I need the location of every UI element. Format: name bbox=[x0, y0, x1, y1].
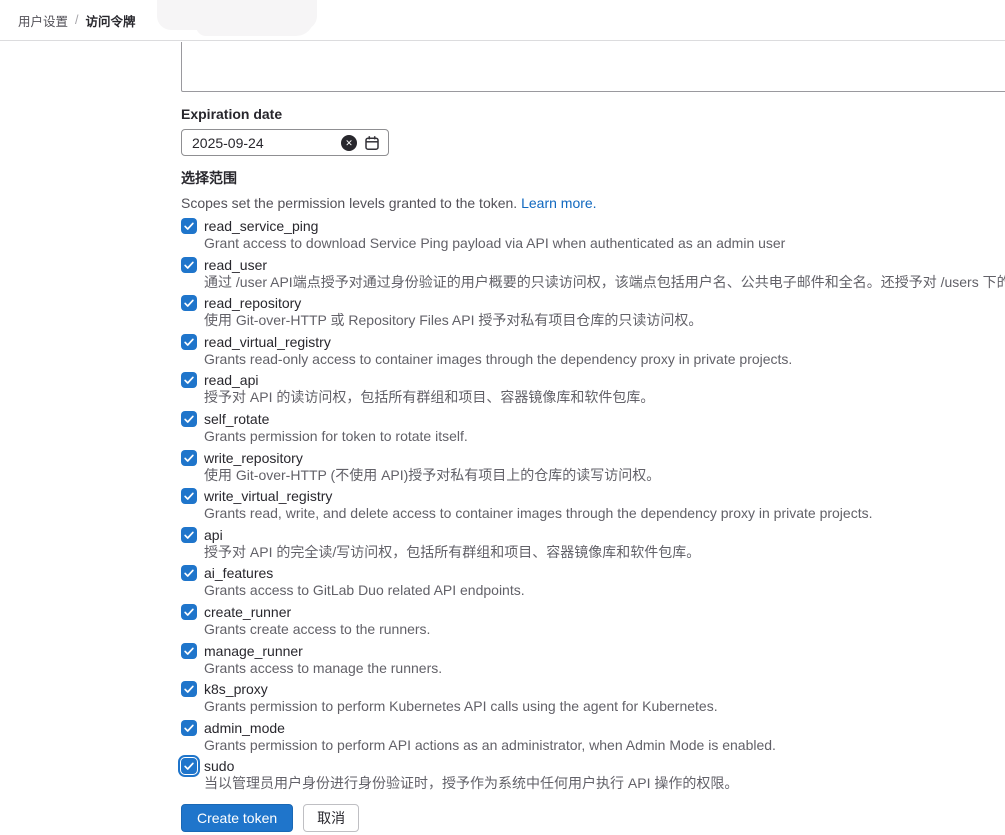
scope-name[interactable]: write_repository bbox=[204, 449, 303, 467]
scope-row: manage_runner Grants access to manage th… bbox=[181, 642, 1005, 678]
redacted-area bbox=[196, 0, 314, 36]
scope-description: 授予对 API 的完全读/写访问权，包括所有群组和项目、容器镜像库和软件包库。 bbox=[204, 544, 1005, 562]
scope-row: k8s_proxy Grants permission to perform K… bbox=[181, 680, 1005, 716]
checkmark-icon bbox=[183, 297, 195, 309]
expiration-date-input[interactable]: 2025-09-24 ✕ bbox=[181, 129, 389, 156]
breadcrumb-separator: / bbox=[75, 13, 78, 27]
scope-name[interactable]: create_runner bbox=[204, 603, 291, 621]
scope-name[interactable]: sudo bbox=[204, 757, 234, 775]
scopes-title: 选择范围 bbox=[181, 168, 1005, 188]
checkmark-icon bbox=[183, 336, 195, 348]
cancel-button[interactable]: 取消 bbox=[303, 804, 359, 832]
scopes-hint-text: Scopes set the permission levels granted… bbox=[181, 195, 521, 211]
scope-checkbox[interactable] bbox=[181, 720, 197, 736]
scopes-section: 选择范围 Scopes set the permission levels gr… bbox=[181, 168, 1005, 796]
breadcrumb-access-tokens: 访问令牌 bbox=[86, 11, 136, 30]
checkmark-icon bbox=[183, 567, 195, 579]
scope-checkbox[interactable] bbox=[181, 372, 197, 388]
scope-row: write_virtual_registry Grants read, writ… bbox=[181, 487, 1005, 523]
scope-checkbox[interactable] bbox=[181, 218, 197, 234]
scope-description: 使用 Git-over-HTTP 或 Repository Files API … bbox=[204, 312, 1005, 330]
scopes-hint: Scopes set the permission levels granted… bbox=[181, 194, 1005, 212]
breadcrumb-bar: 用户设置 / 访问令牌 bbox=[0, 0, 1005, 41]
scope-checkbox[interactable] bbox=[181, 758, 197, 774]
scope-description: Grants permission to perform Kubernetes … bbox=[204, 698, 1005, 716]
scopes-list: read_service_ping Grant access to downlo… bbox=[181, 217, 1005, 793]
scope-row: read_service_ping Grant access to downlo… bbox=[181, 217, 1005, 253]
expiration-date-label: Expiration date bbox=[181, 106, 282, 122]
checkmark-icon bbox=[183, 220, 195, 232]
scope-description: Grants read, write, and delete access to… bbox=[204, 505, 1005, 523]
learn-more-link[interactable]: Learn more. bbox=[521, 195, 596, 211]
scope-row: create_runner Grants create access to th… bbox=[181, 603, 1005, 639]
scope-row: read_repository 使用 Git-over-HTTP 或 Repos… bbox=[181, 294, 1005, 330]
breadcrumb-user-settings[interactable]: 用户设置 bbox=[18, 11, 68, 30]
scope-description: Grants create access to the runners. bbox=[204, 621, 1005, 639]
scope-checkbox[interactable] bbox=[181, 604, 197, 620]
token-description-textarea[interactable] bbox=[181, 42, 1005, 92]
scope-row: read_virtual_registry Grants read-only a… bbox=[181, 333, 1005, 369]
scope-description: Grant access to download Service Ping pa… bbox=[204, 235, 1005, 253]
scope-description: 通过 /user API端点授予对通过身份验证的用户概要的只读访问权，该端点包括… bbox=[204, 274, 1005, 292]
scope-name[interactable]: read_repository bbox=[204, 294, 301, 312]
scope-name[interactable]: ai_features bbox=[204, 564, 273, 582]
checkmark-icon bbox=[183, 722, 195, 734]
checkmark-icon bbox=[183, 606, 195, 618]
form-actions: Create token 取消 bbox=[181, 804, 359, 832]
scope-row: admin_mode Grants permission to perform … bbox=[181, 719, 1005, 755]
checkmark-icon bbox=[183, 452, 195, 464]
scope-row: write_repository 使用 Git-over-HTTP (不使用 A… bbox=[181, 449, 1005, 485]
scope-description: Grants read-only access to container ima… bbox=[204, 351, 1005, 369]
clear-date-icon[interactable]: ✕ bbox=[341, 135, 357, 151]
scope-name[interactable]: api bbox=[204, 526, 223, 544]
checkmark-icon bbox=[183, 374, 195, 386]
checkmark-icon bbox=[183, 259, 195, 271]
scope-row: read_user 通过 /user API端点授予对通过身份验证的用户概要的只… bbox=[181, 256, 1005, 292]
scope-name[interactable]: read_service_ping bbox=[204, 217, 318, 235]
scope-checkbox[interactable] bbox=[181, 295, 197, 311]
scope-name[interactable]: read_virtual_registry bbox=[204, 333, 331, 351]
create-token-button[interactable]: Create token bbox=[181, 804, 293, 832]
checkmark-icon bbox=[183, 490, 195, 502]
scope-description: 当以管理员用户身份进行身份验证时，授予作为系统中任何用户执行 API 操作的权限… bbox=[204, 775, 1005, 793]
scope-row: self_rotate Grants permission for token … bbox=[181, 410, 1005, 446]
scope-checkbox[interactable] bbox=[181, 334, 197, 350]
scope-checkbox[interactable] bbox=[181, 681, 197, 697]
scope-description: Grants permission for token to rotate it… bbox=[204, 428, 1005, 446]
scope-row: ai_features Grants access to GitLab Duo … bbox=[181, 564, 1005, 600]
scope-name[interactable]: read_user bbox=[204, 256, 267, 274]
checkmark-icon bbox=[183, 683, 195, 695]
scope-name[interactable]: self_rotate bbox=[204, 410, 269, 428]
checkmark-icon bbox=[183, 529, 195, 541]
scope-description: Grants permission to perform API actions… bbox=[204, 737, 1005, 755]
expiration-date-value[interactable]: 2025-09-24 bbox=[192, 135, 341, 151]
scope-name[interactable]: write_virtual_registry bbox=[204, 487, 332, 505]
scope-row: sudo 当以管理员用户身份进行身份验证时，授予作为系统中任何用户执行 API … bbox=[181, 757, 1005, 793]
scope-checkbox[interactable] bbox=[181, 450, 197, 466]
scope-checkbox[interactable] bbox=[181, 565, 197, 581]
scope-row: api 授予对 API 的完全读/写访问权，包括所有群组和项目、容器镜像库和软件… bbox=[181, 526, 1005, 562]
checkmark-icon bbox=[183, 760, 195, 772]
scope-checkbox[interactable] bbox=[181, 411, 197, 427]
scope-description: 授予对 API 的读访问权，包括所有群组和项目、容器镜像库和软件包库。 bbox=[204, 389, 1005, 407]
scope-checkbox[interactable] bbox=[181, 643, 197, 659]
scope-row: read_api 授予对 API 的读访问权，包括所有群组和项目、容器镜像库和软… bbox=[181, 371, 1005, 407]
scope-name[interactable]: k8s_proxy bbox=[204, 680, 268, 698]
scope-checkbox[interactable] bbox=[181, 488, 197, 504]
scope-name[interactable]: read_api bbox=[204, 371, 259, 389]
scope-name[interactable]: admin_mode bbox=[204, 719, 285, 737]
checkmark-icon bbox=[183, 645, 195, 657]
scope-name[interactable]: manage_runner bbox=[204, 642, 303, 660]
checkmark-icon bbox=[183, 413, 195, 425]
scope-description: Grants access to manage the runners. bbox=[204, 660, 1005, 678]
calendar-icon[interactable] bbox=[364, 135, 380, 151]
scope-checkbox[interactable] bbox=[181, 257, 197, 273]
scope-description: 使用 Git-over-HTTP (不使用 API)授予对私有项目上的仓库的读写… bbox=[204, 467, 1005, 485]
scope-description: Grants access to GitLab Duo related API … bbox=[204, 582, 1005, 600]
scope-checkbox[interactable] bbox=[181, 527, 197, 543]
